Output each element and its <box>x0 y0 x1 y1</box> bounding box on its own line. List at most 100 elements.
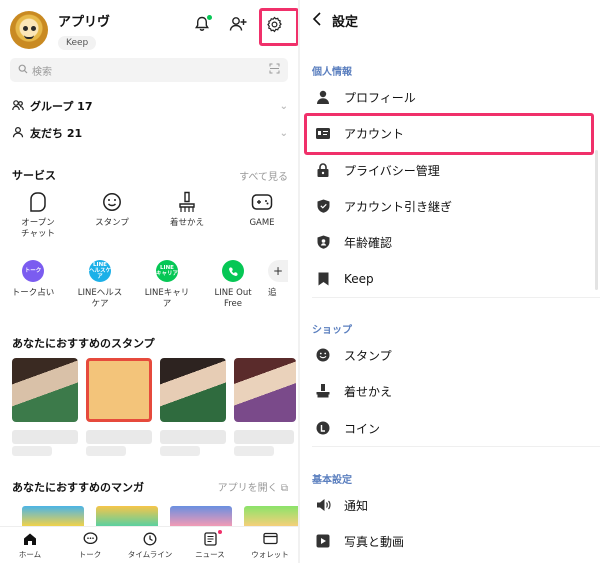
add-friend-icon <box>229 16 247 36</box>
service-open-chat[interactable]: オープン チャット <box>8 190 68 240</box>
keep-badge[interactable]: Keep <box>58 35 97 50</box>
game-icon <box>232 190 292 214</box>
settings-item-privacy[interactable]: プライバシー管理 <box>314 155 584 185</box>
sticker-thumbnail[interactable] <box>234 358 296 422</box>
scrollbar[interactable] <box>595 150 598 290</box>
open-app-link[interactable]: アプリを開く ⧉ <box>218 479 288 494</box>
qr-scan-icon[interactable] <box>269 63 280 77</box>
friends-row[interactable]: 友だち 21 ⌄ <box>12 122 288 144</box>
home-panel: アプリヴ Keep 検索 グループ 17 ⌄ 友だち 21 ⌄ サービス すべて… <box>0 0 300 563</box>
manga-thumbnail[interactable] <box>22 506 84 526</box>
manga-thumbnail[interactable] <box>96 506 158 526</box>
service-label: 追 <box>268 288 277 298</box>
service-label: GAME <box>249 218 275 228</box>
settings-item-theme[interactable]: 着せかえ <box>314 376 584 406</box>
avatar[interactable] <box>10 11 48 49</box>
friend-icon <box>12 126 24 141</box>
home-icon <box>23 531 37 547</box>
settings-item-keep[interactable]: Keep <box>314 264 584 294</box>
service-label: LINEヘルス ケア <box>77 288 123 309</box>
sticker-thumbnail[interactable] <box>160 358 226 422</box>
tab-news[interactable]: ニュース <box>180 527 240 563</box>
chevron-down-icon: ⌄ <box>279 127 288 139</box>
settings-item-notifications[interactable]: 通知 <box>314 490 584 520</box>
services-see-all-link[interactable]: すべて見る <box>239 168 288 183</box>
service-label: トーク占い <box>11 288 55 298</box>
bookmark-icon <box>314 272 332 286</box>
service-label: 着せかえ <box>169 218 204 228</box>
talk-icon <box>83 531 98 547</box>
section-basic-settings: 基本設定 <box>312 475 352 486</box>
add-friend-button[interactable] <box>224 12 252 40</box>
stickers-title: あなたにおすすめのスタンプ <box>12 337 155 350</box>
settings-item-account-transfer[interactable]: アカウント引き継ぎ <box>314 191 584 221</box>
sticker-thumbnail[interactable] <box>12 358 78 422</box>
tab-home[interactable]: ホーム <box>0 527 60 563</box>
tab-talk[interactable]: トーク <box>60 527 120 563</box>
speaker-icon <box>314 498 332 512</box>
notification-button[interactable] <box>188 12 216 40</box>
manga-thumbnail[interactable] <box>170 506 232 526</box>
age-shield-icon <box>314 235 332 249</box>
phone-icon <box>222 260 244 282</box>
service-line-career[interactable]: LINE キャリア LINEキャリ ア <box>136 260 198 310</box>
page-title: 設定 <box>332 14 359 30</box>
services-title: サービス <box>12 169 56 182</box>
talk-fortune-icon: トーク <box>22 260 44 282</box>
groups-label: グループ 17 <box>30 100 93 113</box>
sticker-thumbnail[interactable] <box>86 358 152 422</box>
service-more[interactable]: + 追 <box>268 260 298 299</box>
service-label: LINEキャリ ア <box>144 288 190 309</box>
line-healthcare-icon: LINE ヘルスケア <box>89 260 112 282</box>
settings-item-photos-videos[interactable]: 写真と動画 <box>314 526 584 556</box>
section-personal-info: 個人情報 <box>312 67 352 78</box>
search-input[interactable]: 検索 <box>10 58 288 82</box>
groups-row[interactable]: グループ 17 ⌄ <box>12 95 288 117</box>
bottom-tab-bar: ホーム トーク タイムライン ニュース ウォレット <box>0 526 300 563</box>
tab-timeline[interactable]: タイムライン <box>120 527 180 563</box>
service-line-healthcare[interactable]: LINE ヘルスケア LINEヘルス ケア <box>69 260 131 310</box>
settings-panel: 設定 個人情報 プロフィール アカウント プライバシー管理 アカウント引き継ぎ … <box>300 0 600 563</box>
settings-item-profile[interactable]: プロフィール <box>314 82 584 112</box>
settings-item-stamp[interactable]: スタンプ <box>314 340 584 370</box>
section-shop: ショップ <box>312 325 352 336</box>
settings-highlight-box <box>259 8 299 46</box>
chevron-down-icon: ⌄ <box>279 100 288 112</box>
service-label: スタンプ <box>95 218 129 228</box>
line-career-icon: LINE キャリア <box>156 260 178 282</box>
profile-header[interactable]: アプリヴ Keep <box>10 10 110 50</box>
person-icon <box>314 90 332 104</box>
settings-item-age-verification[interactable]: 年齢確認 <box>314 227 584 257</box>
open-chat-icon <box>8 190 68 214</box>
timeline-icon <box>143 531 157 547</box>
settings-header: 設定 <box>300 0 600 40</box>
news-icon <box>203 531 217 547</box>
wallet-icon <box>262 531 278 547</box>
search-placeholder: 検索 <box>32 66 52 78</box>
profile-name: アプリヴ <box>58 14 111 30</box>
friends-label: 友だち 21 <box>30 127 83 140</box>
service-label: LINE Out Free <box>214 288 252 309</box>
service-game[interactable]: GAME <box>232 190 292 229</box>
group-icon <box>12 99 24 114</box>
shield-icon <box>314 199 332 213</box>
account-highlight-box <box>304 113 594 155</box>
settings-item-coin[interactable]: コイン <box>314 413 584 443</box>
tab-wallet[interactable]: ウォレット <box>240 527 300 563</box>
play-icon <box>314 534 332 548</box>
smiley-icon <box>314 348 332 362</box>
add-icon: + <box>268 260 288 282</box>
service-stamp[interactable]: スタンプ <box>82 190 142 229</box>
manga-title: あなたにおすすめのマンガ <box>12 481 144 494</box>
back-arrow-icon[interactable] <box>312 11 322 30</box>
service-label: オープン チャット <box>21 218 55 239</box>
coin-icon <box>314 421 332 435</box>
lock-icon <box>314 163 332 177</box>
external-link-icon: ⧉ <box>280 483 288 494</box>
service-line-out-free[interactable]: LINE Out Free <box>202 260 264 310</box>
theme-icon <box>157 190 217 214</box>
brush-icon <box>314 384 332 398</box>
service-theme[interactable]: 着せかえ <box>157 190 217 229</box>
manga-thumbnail[interactable] <box>244 506 300 526</box>
service-talk-fortune[interactable]: トーク トーク占い <box>2 260 64 299</box>
